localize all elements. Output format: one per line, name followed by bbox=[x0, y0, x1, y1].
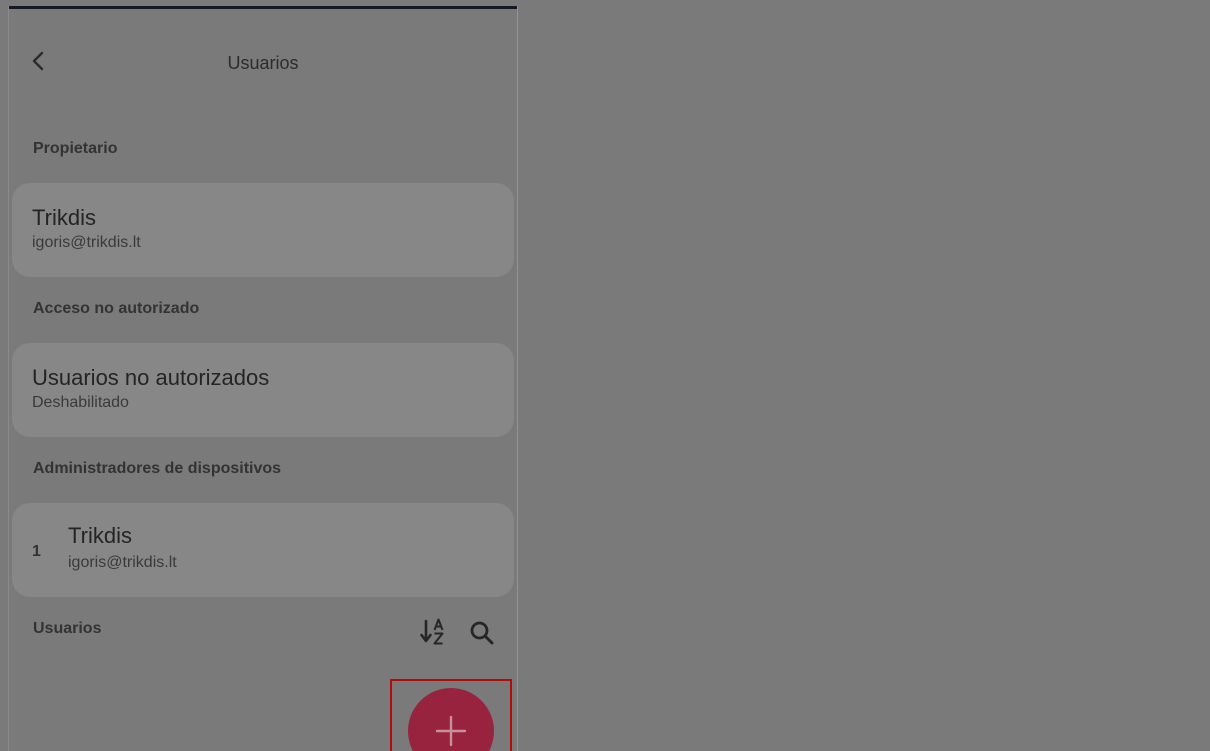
plus-icon bbox=[435, 715, 467, 747]
app-header: Usuarios bbox=[9, 9, 517, 119]
owner-name: Trikdis bbox=[32, 205, 96, 230]
owner-card[interactable]: Trikdis igoris@trikdis.lt bbox=[12, 183, 514, 277]
section-label-admins: Administradores de dispositivos bbox=[33, 460, 282, 477]
section-label-unauthorized: Acceso no autorizado bbox=[33, 300, 200, 317]
admin-list-item[interactable]: 1 Trikdis igoris@trikdis.lt bbox=[12, 503, 514, 597]
search-icon[interactable] bbox=[469, 620, 495, 646]
add-user-button[interactable] bbox=[408, 688, 494, 751]
section-label-owner: Propietario bbox=[33, 140, 118, 157]
unauthorized-users-title: Usuarios no autorizados bbox=[32, 365, 270, 390]
page-title: Usuarios bbox=[227, 53, 299, 73]
admin-email: igoris@trikdis.lt bbox=[68, 554, 177, 571]
admin-index: 1 bbox=[32, 543, 41, 560]
section-label-users: Usuarios bbox=[33, 620, 102, 637]
admin-name: Trikdis bbox=[68, 523, 132, 548]
app-screen: Usuarios Propietario Trikdis igoris@trik… bbox=[8, 6, 518, 751]
unauthorized-users-status: Deshabilitado bbox=[32, 394, 129, 411]
sort-alpha-icon[interactable] bbox=[419, 618, 449, 646]
unauthorized-users-card[interactable]: Usuarios no autorizados Deshabilitado bbox=[12, 343, 514, 437]
owner-email: igoris@trikdis.lt bbox=[32, 234, 141, 251]
